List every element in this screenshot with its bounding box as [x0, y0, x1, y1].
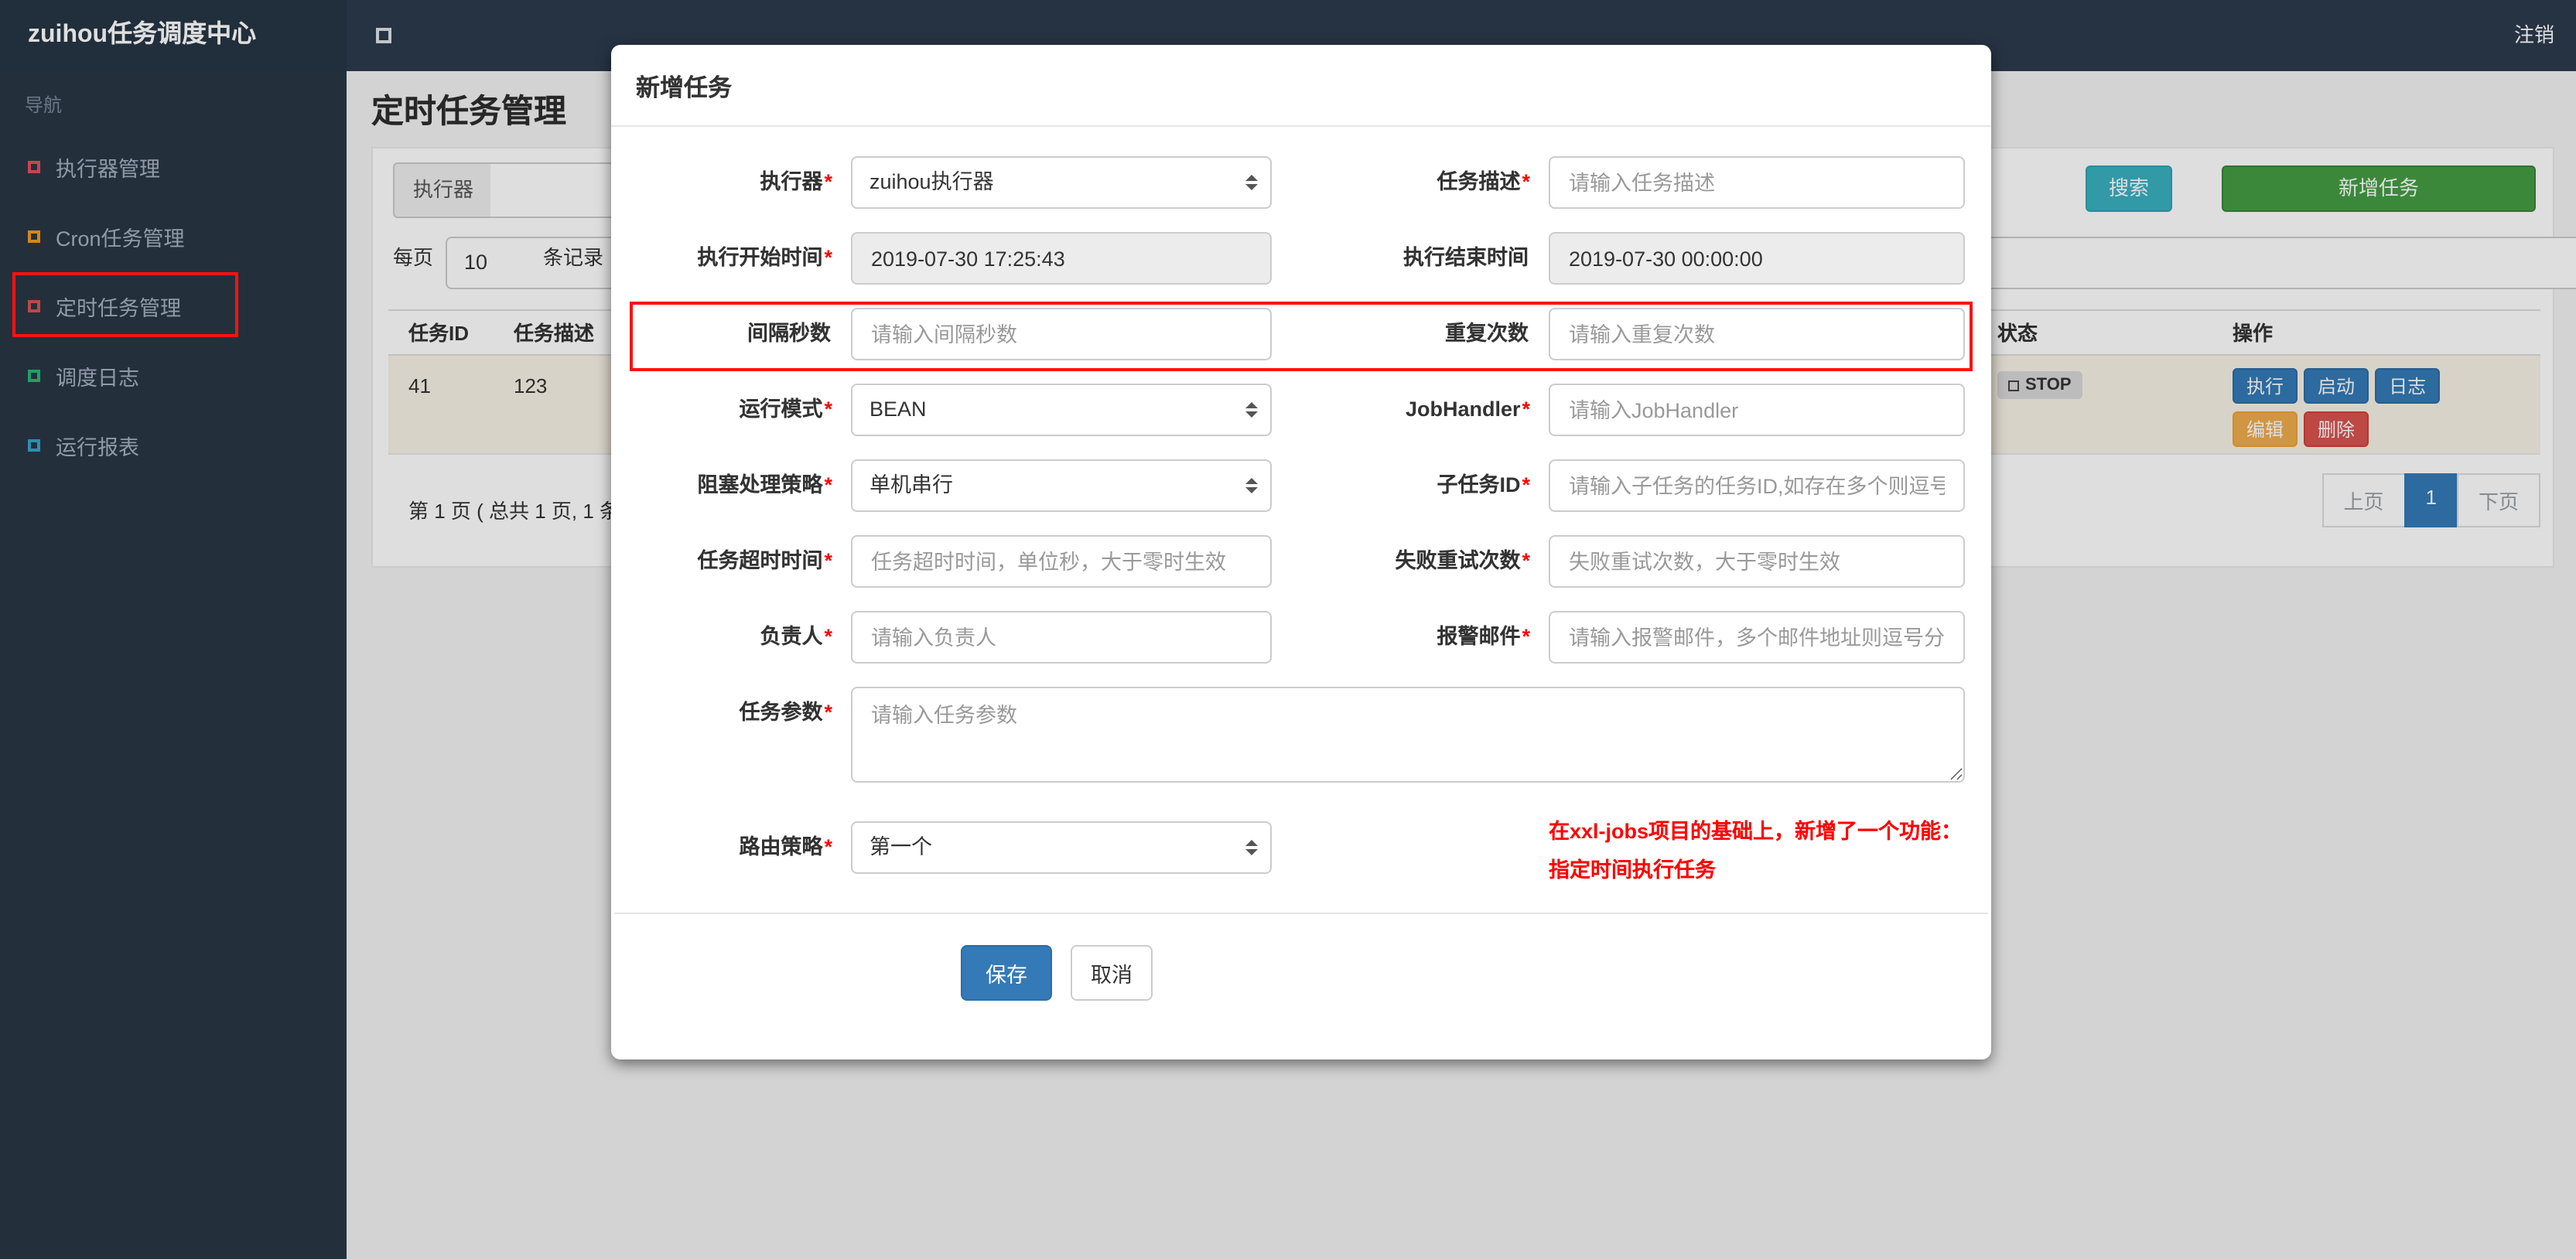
chevron-updown-icon: [1245, 175, 1258, 190]
job-desc-label: 任务描述 *: [1437, 170, 1530, 193]
modal-title: 新增任务: [611, 45, 1991, 127]
author-label: 负责人 *: [760, 625, 832, 648]
job-desc-input[interactable]: [1549, 156, 1965, 209]
chevron-updown-icon: [1245, 840, 1258, 855]
executor-select[interactable]: zuihou执行器: [851, 156, 1272, 209]
chevron-updown-icon: [1245, 402, 1258, 418]
modal-footer: 保存 取消: [611, 914, 1991, 1059]
start-time-label: 执行开始时间 *: [697, 246, 832, 269]
block-strategy-label: 阻塞处理策略 *: [697, 473, 832, 496]
modal-body: 执行器* zuihou执行器 任务描述* 执行开始时间* 执行结束时间 间隔秒数: [611, 127, 1991, 889]
job-param-textarea[interactable]: [851, 687, 1965, 783]
glue-type-label: 运行模式 *: [739, 397, 832, 421]
glue-type-select-value: BEAN: [869, 397, 927, 421]
child-job-input[interactable]: [1549, 459, 1965, 512]
interval-label: 间隔秒数: [747, 322, 831, 345]
job-param-label: 任务参数 *: [739, 701, 832, 724]
glue-type-select[interactable]: BEAN: [851, 384, 1272, 436]
executor-label: 执行器 *: [760, 170, 832, 193]
interval-input[interactable]: [851, 308, 1272, 360]
save-button[interactable]: 保存: [961, 945, 1052, 1001]
retry-label: 失败重试次数 *: [1395, 549, 1530, 572]
timeout-label: 任务超时时间 *: [697, 549, 832, 572]
job-handler-label: JobHandler *: [1405, 397, 1530, 421]
timeout-input[interactable]: [851, 535, 1272, 588]
start-time-input[interactable]: [851, 232, 1272, 285]
child-job-label: 子任务ID *: [1437, 473, 1530, 496]
alarm-email-input[interactable]: [1549, 611, 1965, 664]
block-strategy-select[interactable]: 单机串行: [851, 459, 1272, 512]
job-handler-input[interactable]: [1549, 384, 1965, 436]
alarm-email-label: 报警邮件 *: [1437, 625, 1530, 648]
cancel-button[interactable]: 取消: [1071, 945, 1153, 1001]
feature-note: 在xxl-jobs项目的基础上，新增了一个功能： 指定时间执行任务: [1549, 820, 1963, 882]
route-strategy-select[interactable]: 第一个: [851, 821, 1272, 874]
author-input[interactable]: [851, 611, 1272, 664]
route-strategy-select-value: 第一个: [869, 835, 932, 858]
executor-select-value: zuihou执行器: [869, 170, 994, 193]
end-time-label: 执行结束时间: [1403, 246, 1529, 269]
retry-input[interactable]: [1549, 535, 1965, 588]
add-task-modal: 新增任务 执行器* zuihou执行器 任务描述* 执行开始时间* 执行结束时间: [611, 45, 1991, 1059]
end-time-input[interactable]: [1549, 232, 1965, 285]
route-strategy-label: 路由策略 *: [739, 835, 832, 858]
app-root: zuihou任务调度中心 注销 导航 执行器管理 Cron任务管理 定时任务管理…: [0, 0, 2576, 1259]
block-strategy-select-value: 单机串行: [869, 473, 953, 496]
repeat-input[interactable]: [1549, 308, 1965, 360]
chevron-updown-icon: [1245, 478, 1258, 493]
repeat-label: 重复次数: [1445, 322, 1529, 345]
